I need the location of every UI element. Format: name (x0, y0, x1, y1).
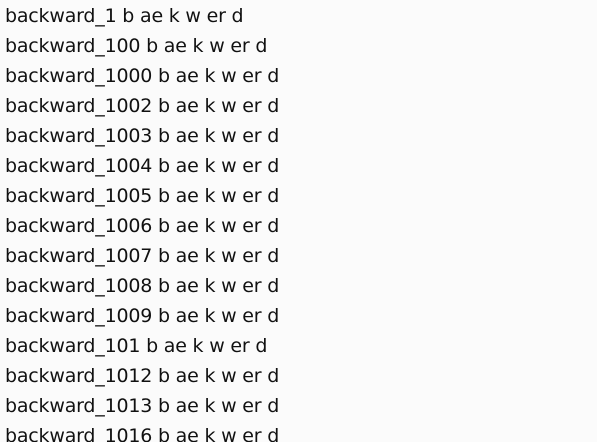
text-line: backward_1007 b ae k w er d (5, 245, 280, 267)
text-document-view[interactable]: backward_1 b ae k w er d backward_100 b … (0, 0, 597, 442)
text-line: backward_1000 b ae k w er d (5, 65, 280, 87)
text-line: backward_1008 b ae k w er d (5, 275, 280, 297)
text-line: backward_1005 b ae k w er d (5, 185, 280, 207)
text-line: backward_1003 b ae k w er d (5, 125, 280, 147)
text-line: backward_100 b ae k w er d (5, 35, 268, 57)
text-line: backward_1002 b ae k w er d (5, 95, 280, 117)
text-line: backward_101 b ae k w er d (5, 335, 268, 357)
text-line: backward_1 b ae k w er d (5, 5, 244, 27)
text-line: backward_1016 b ae k w er d (5, 425, 280, 442)
text-line: backward_1004 b ae k w er d (5, 155, 280, 177)
text-line: backward_1006 b ae k w er d (5, 215, 280, 237)
text-line: backward_1012 b ae k w er d (5, 365, 280, 387)
text-lines-list: backward_1 b ae k w er d backward_100 b … (5, 1, 279, 442)
text-line: backward_1013 b ae k w er d (5, 395, 280, 417)
text-line: backward_1009 b ae k w er d (5, 305, 280, 327)
